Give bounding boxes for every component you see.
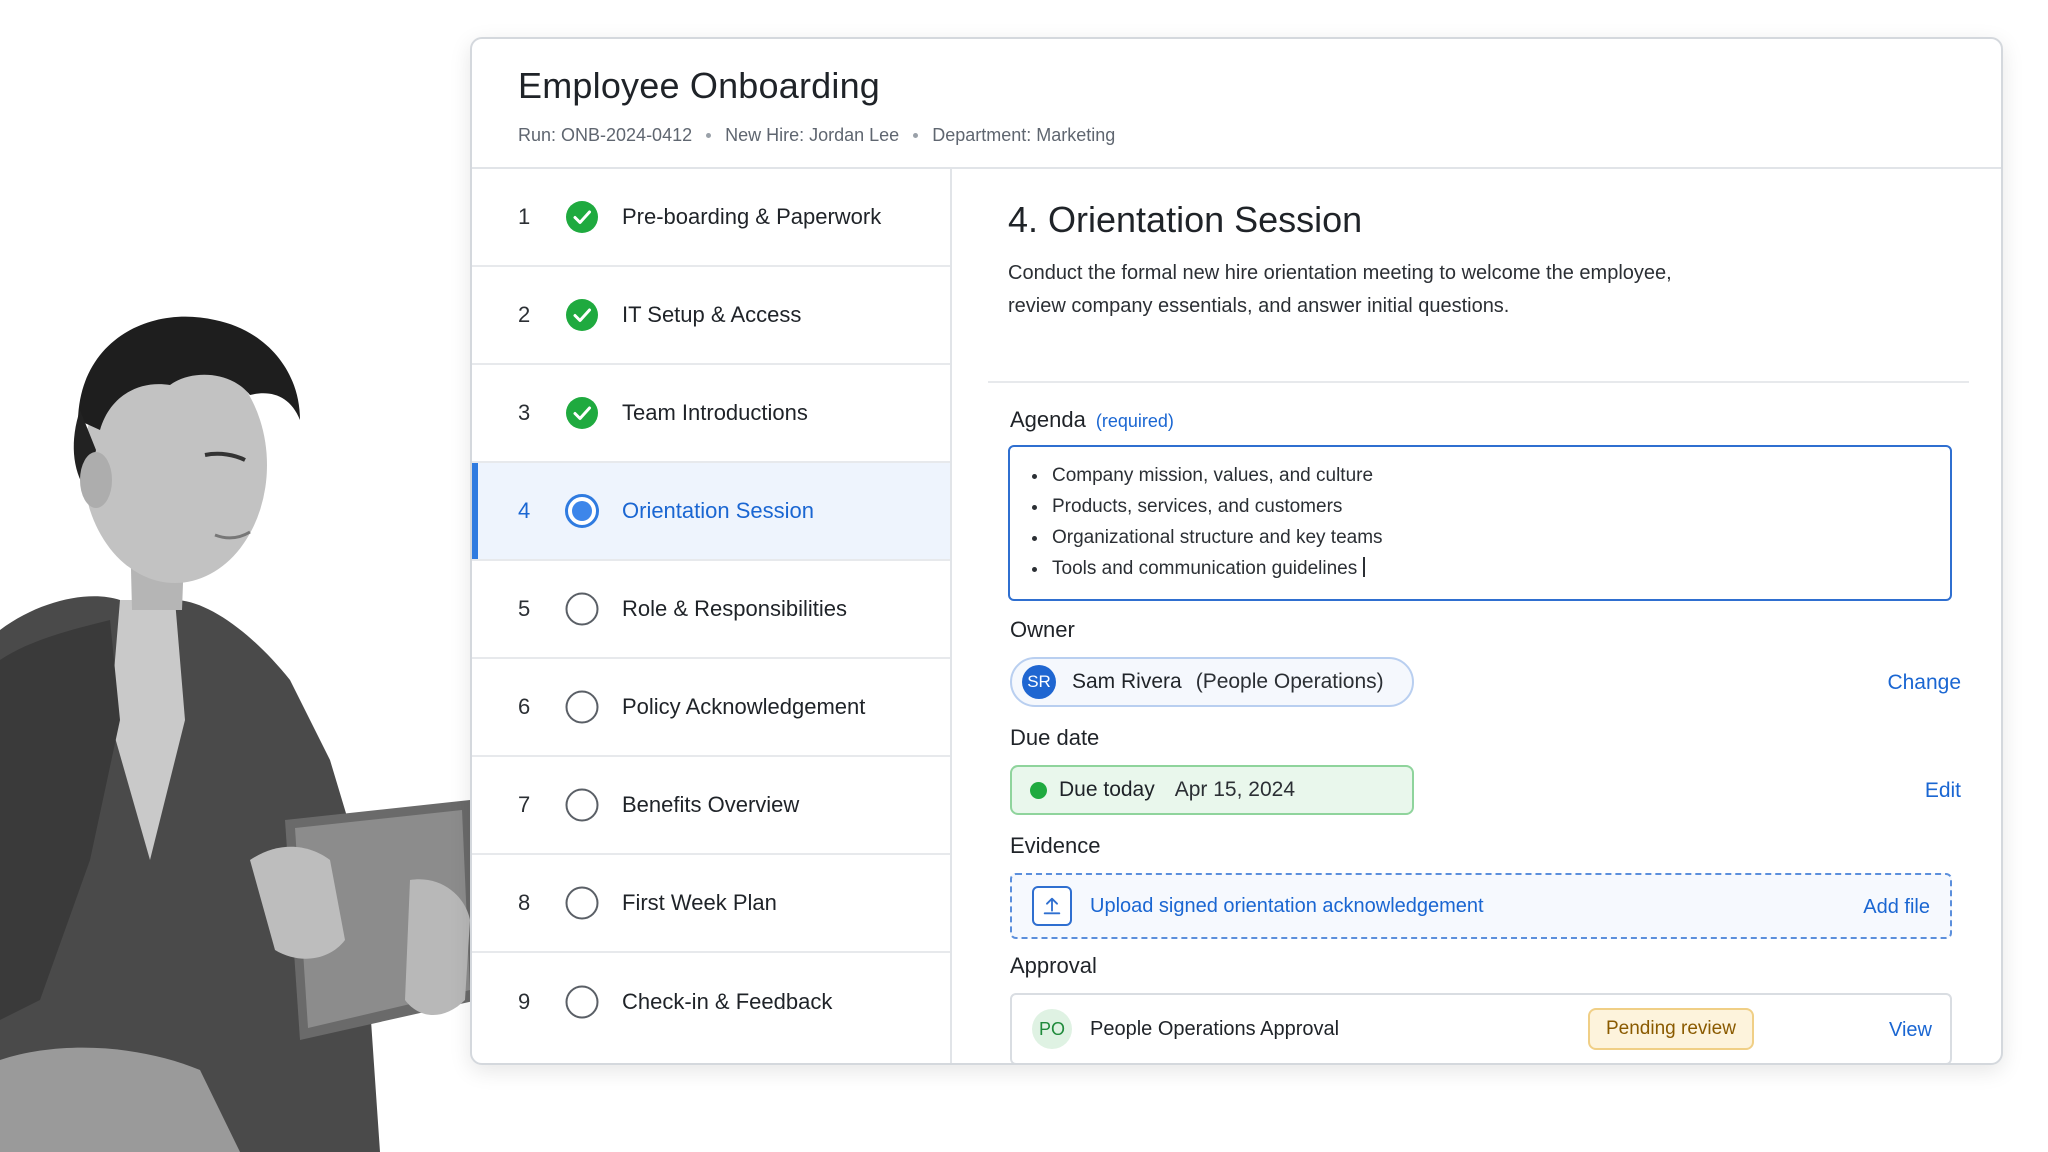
step-item-6[interactable]: 6 Policy Acknowledgement: [472, 659, 950, 757]
empty-circle-icon: [564, 591, 600, 627]
step-item-8[interactable]: 8 First Week Plan: [472, 855, 950, 953]
step-number: 8: [518, 890, 531, 915]
due-date-label: Due date: [1010, 725, 1100, 750]
avatar: SR: [1022, 665, 1056, 699]
radio-selected-icon: [564, 493, 600, 529]
evidence-label: Evidence: [1010, 833, 1101, 858]
change-owner-link[interactable]: Change: [1887, 671, 1961, 695]
run-id: Run: ONB-2024-0412: [518, 125, 693, 145]
step-number: 3: [518, 400, 531, 425]
step-label: IT Setup & Access: [622, 302, 802, 327]
due-date-chip[interactable]: Due today Apr 15, 2024: [1010, 765, 1414, 815]
step-number: 1: [518, 204, 531, 229]
card-header: Employee Onboarding Run: ONB-2024-0412 N…: [472, 39, 2001, 169]
step-number: 2: [518, 302, 531, 327]
check-circle-icon: [564, 395, 600, 431]
step-item-3[interactable]: 3 Team Introductions: [472, 365, 950, 463]
add-file-button[interactable]: Add file: [1863, 896, 1930, 919]
agenda-item: Organizational structure and key teams: [1032, 522, 1950, 553]
step-label: Role & Responsibilities: [622, 596, 847, 621]
separator-dot: [913, 133, 919, 138]
owner-label: Owner: [1010, 617, 1075, 642]
step-label: Benefits Overview: [622, 792, 800, 817]
new-hire: New Hire: Jordan Lee: [725, 125, 900, 145]
step-item-5[interactable]: 5 Role & Responsibilities: [472, 561, 950, 659]
agenda-item: Products, services, and customers: [1032, 491, 1950, 522]
divider: [988, 381, 1969, 383]
step-item-7[interactable]: 7 Benefits Overview: [472, 757, 950, 855]
step-number: 4: [518, 498, 531, 523]
agenda-item-last: Tools and communication guidelines: [1032, 553, 1950, 584]
edit-due-date-link[interactable]: Edit: [1925, 779, 1961, 803]
page-title: Employee Onboarding: [518, 65, 881, 106]
step-item-2[interactable]: 2 IT Setup & Access: [472, 267, 950, 365]
department: Department: Marketing: [932, 125, 1116, 145]
approval-label: Approval: [1010, 953, 1097, 978]
step-label: Orientation Session: [622, 498, 814, 523]
step-item-1[interactable]: 1 Pre-boarding & Paperwork: [472, 169, 950, 267]
status-dot-icon: [1030, 781, 1047, 799]
text-cursor: [1363, 557, 1366, 577]
due-status: Due today: [1059, 778, 1155, 801]
owner-name: Sam Rivera: [1072, 670, 1182, 693]
step-label: Pre-boarding & Paperwork: [622, 204, 882, 229]
agenda-item: Company mission, values, and culture: [1032, 460, 1950, 491]
empty-circle-icon: [564, 984, 600, 1020]
empty-circle-icon: [564, 885, 600, 921]
run-meta: Run: ONB-2024-0412 New Hire: Jordan Lee …: [518, 125, 2001, 146]
avatar: PO: [1032, 1009, 1072, 1049]
detail-description: Conduct the formal new hire orientation …: [1008, 257, 1768, 323]
step-label: Team Introductions: [622, 400, 808, 425]
approval-name: People Operations Approval: [1090, 1017, 1340, 1040]
empty-circle-icon: [564, 787, 600, 823]
separator-dot: [706, 133, 712, 138]
owner-chip[interactable]: SR Sam Rivera (People Operations): [1010, 657, 1414, 707]
step-number: 5: [518, 596, 531, 621]
step-number: 6: [518, 694, 531, 719]
agenda-label: Agenda (required): [1010, 407, 1174, 433]
onboarding-card: Employee Onboarding Run: ONB-2024-0412 N…: [470, 37, 2003, 1065]
view-approval-link[interactable]: View: [1889, 1019, 1932, 1042]
evidence-dropzone[interactable]: Upload signed orientation acknowledgemen…: [1010, 873, 1952, 939]
step-item-9[interactable]: 9 Check-in & Feedback: [472, 953, 950, 1051]
empty-circle-icon: [564, 689, 600, 725]
step-label: First Week Plan: [622, 890, 777, 915]
evidence-upload-text: Upload signed orientation acknowledgemen…: [1090, 894, 1484, 917]
step-number: 9: [518, 989, 531, 1014]
check-circle-icon: [564, 199, 600, 235]
step-item-4[interactable]: 4 Orientation Session: [472, 463, 950, 561]
agenda-label-text: Agenda: [1010, 407, 1086, 432]
agenda-item: Tools and communication guidelines: [1052, 558, 1358, 579]
required-tag: (required): [1095, 411, 1174, 431]
person-photo: [0, 300, 480, 1152]
owner-team: (People Operations): [1195, 670, 1384, 693]
due-date-value: Apr 15, 2024: [1174, 778, 1295, 801]
description-line: Conduct the formal new hire orientation …: [1008, 262, 1672, 284]
agenda-textarea[interactable]: Company mission, values, and culture Pro…: [1008, 445, 1952, 601]
detail-title: 4. Orientation Session: [1008, 199, 1363, 240]
approval-row: PO People Operations Approval Pending re…: [1010, 993, 1952, 1063]
upload-icon: [1032, 886, 1072, 926]
step-detail-panel: 4. Orientation Session Conduct the forma…: [954, 169, 2001, 1063]
step-number: 7: [518, 792, 531, 817]
check-circle-icon: [564, 297, 600, 333]
step-label: Policy Acknowledgement: [622, 694, 866, 719]
status-badge: Pending review: [1588, 1008, 1754, 1050]
description-line: review company essentials, and answer in…: [1008, 295, 1510, 317]
step-label: Check-in & Feedback: [622, 989, 833, 1014]
step-list: 1 Pre-boarding & Paperwork 2 IT Setup & …: [472, 169, 952, 1063]
